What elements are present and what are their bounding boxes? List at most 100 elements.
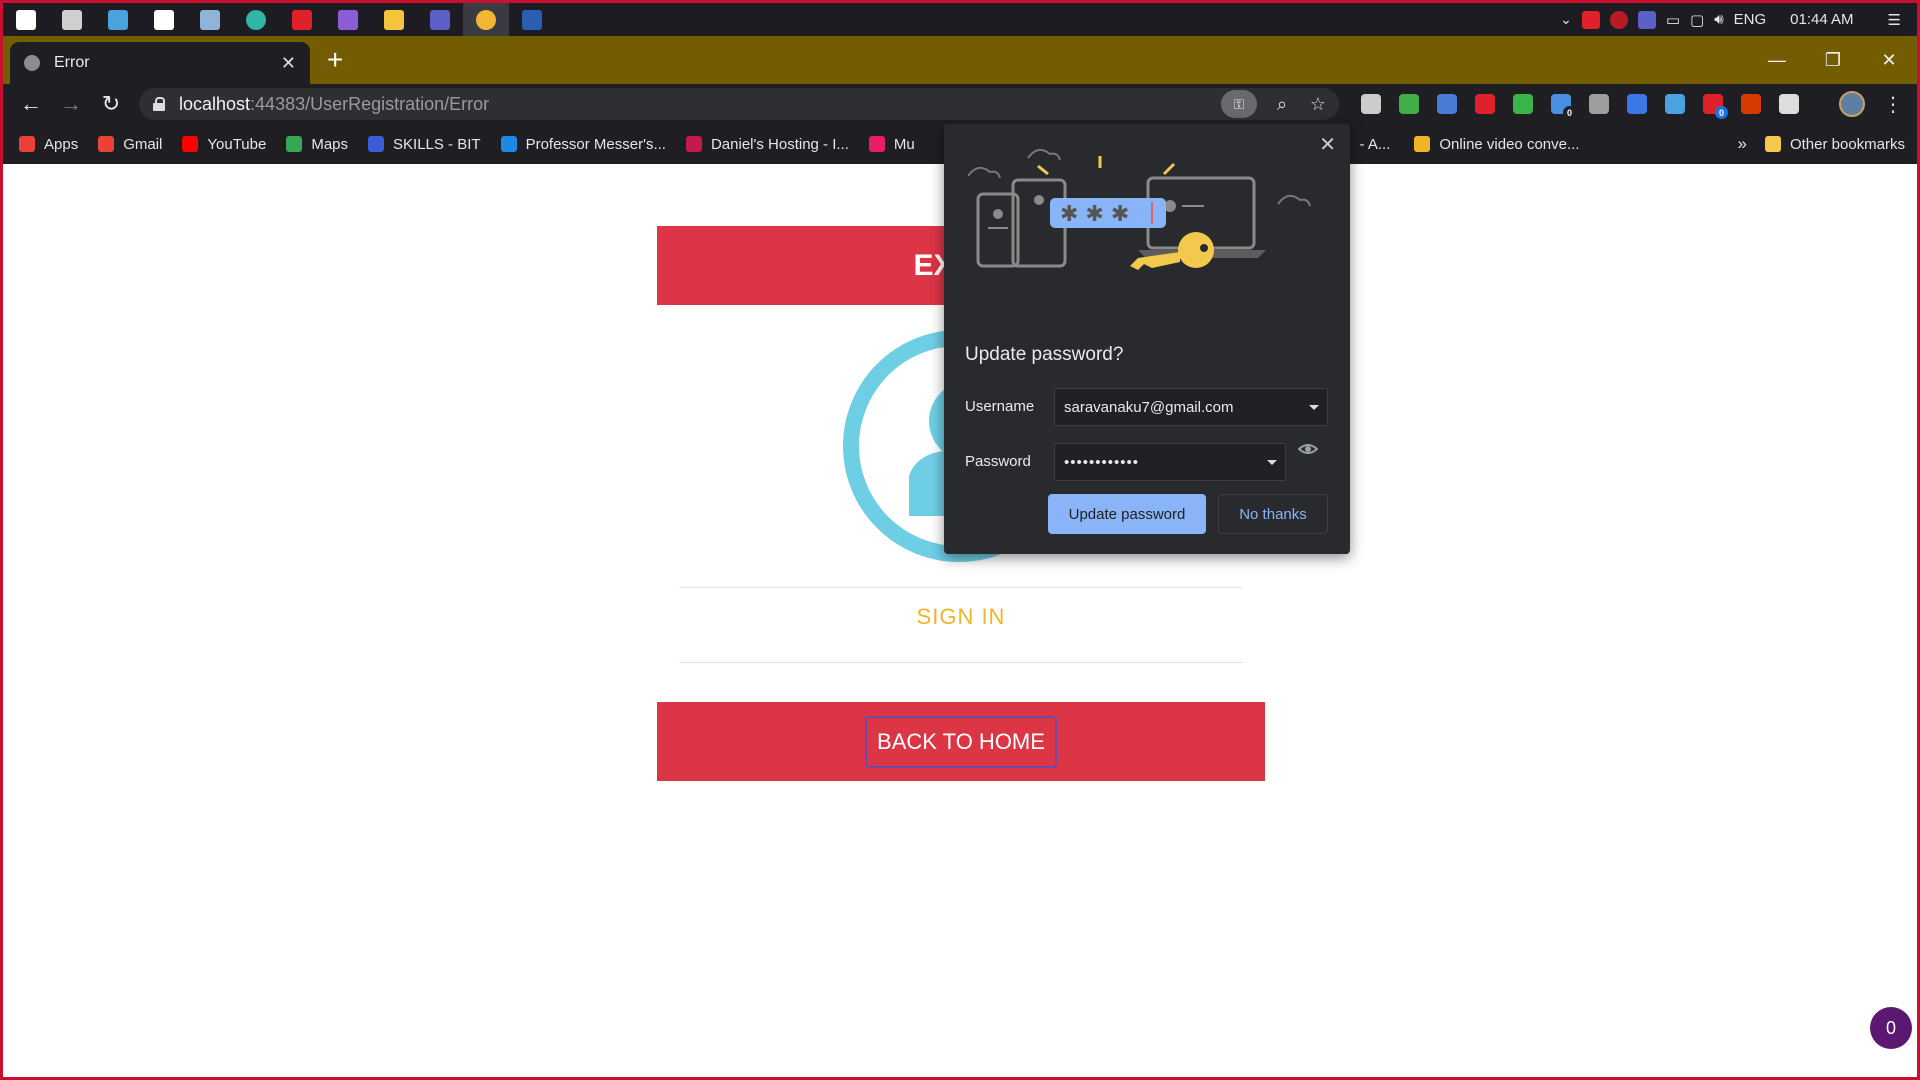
taskbar-app[interactable] xyxy=(95,3,141,36)
taskbar-app[interactable] xyxy=(49,3,95,36)
svg-text:✱ ✱ ✱: ✱ ✱ ✱ xyxy=(1060,202,1129,227)
puzzle-extension-icon[interactable] xyxy=(1779,94,1799,114)
shield-extension-icon[interactable]: 0 xyxy=(1703,94,1728,119)
back-button[interactable]: ← xyxy=(11,84,51,124)
drive-extension-icon[interactable] xyxy=(1589,94,1609,114)
teams-tray-icon[interactable] xyxy=(1637,10,1656,29)
edge-icon xyxy=(246,9,266,30)
bookmark-list: Apps Gmail YouTube Maps SKILLS - BIT Professo… xyxy=(19,136,935,153)
clock[interactable]: 01:44 AM xyxy=(1790,11,1853,28)
close-tab-icon[interactable]: ✕ xyxy=(281,53,296,74)
globe-extension-icon[interactable] xyxy=(1399,94,1419,114)
skills-icon xyxy=(368,136,385,152)
taskbar-app[interactable] xyxy=(371,3,417,36)
update-password-button[interactable]: Update password xyxy=(1048,494,1206,534)
bookmark-item[interactable]: Gmail xyxy=(98,136,162,153)
wave-extension-icon[interactable] xyxy=(1665,94,1685,114)
sign-in-link[interactable]: SIGN IN xyxy=(679,604,1243,630)
taskbar-app[interactable] xyxy=(463,3,509,36)
bookmark-label: SKILLS - BIT xyxy=(393,135,481,153)
red-app-icon xyxy=(292,9,312,30)
close-window-button[interactable]: ✕ xyxy=(1861,36,1917,84)
taskbar-app[interactable] xyxy=(279,3,325,36)
task-view-icon xyxy=(62,9,82,30)
bookmarks-overflow-button[interactable]: » xyxy=(1737,134,1746,154)
cloud-extension-icon[interactable] xyxy=(1361,94,1381,114)
bookmark-item[interactable]: Apps xyxy=(19,136,78,153)
tab-error[interactable]: Error ✕ xyxy=(10,42,310,84)
bookmark-item[interactable]: SKILLS - BIT xyxy=(368,136,481,153)
globe-icon xyxy=(24,55,40,71)
bookmark-label: Maps xyxy=(311,135,349,153)
other-bookmarks[interactable]: Other bookmarks xyxy=(1764,136,1905,153)
chat-count-button[interactable]: 0 xyxy=(1870,1007,1912,1049)
restore-button[interactable]: ❐ xyxy=(1805,36,1861,84)
bookmark-item[interactable]: Daniel's Hosting - I... xyxy=(685,136,849,153)
youtube-extension-icon[interactable] xyxy=(1475,94,1495,114)
visual-studio-icon xyxy=(338,9,358,30)
password-select[interactable]: •••••••••••• xyxy=(1054,443,1286,481)
extensions-row: 00 xyxy=(1361,84,1799,124)
taskbar-app[interactable] xyxy=(141,3,187,36)
pin-extension-icon[interactable] xyxy=(1437,94,1457,114)
chrome-icon xyxy=(476,9,496,30)
bookmarks-right: - A... Online video conve... » Other boo… xyxy=(1360,124,1905,164)
notifications-icon[interactable]: ☰ xyxy=(1888,11,1901,29)
ghost-extension-icon[interactable]: 0 xyxy=(1551,94,1576,119)
youtube-icon xyxy=(182,136,199,152)
username-select[interactable]: saravanaku7@gmail.com xyxy=(1054,388,1328,426)
password-value: •••••••••••• xyxy=(1064,453,1140,471)
update-password-dialog: ✕ ✱ ✱ ✱ Update password? Username sarava… xyxy=(944,124,1350,554)
green-extension-icon[interactable] xyxy=(1513,94,1533,114)
star-icon[interactable]: ☆ xyxy=(1307,94,1329,115)
new-tab-button[interactable]: + xyxy=(327,44,343,76)
address-bar[interactable]: localhost:44383/UserRegistration/Error ⚿… xyxy=(139,88,1339,120)
password-illustration: ✱ ✱ ✱ xyxy=(968,148,1311,270)
office-extension-icon[interactable] xyxy=(1741,94,1761,114)
bookmark-hidden[interactable]: - A... xyxy=(1360,136,1391,153)
bookmark-label: Online video conve... xyxy=(1439,135,1580,153)
network-icon[interactable]: ▢ xyxy=(1690,11,1704,29)
profile-avatar[interactable] xyxy=(1839,91,1865,117)
chevron-up-icon[interactable]: ⌄ xyxy=(1560,11,1572,28)
omnibox-actions: ⚿ ⌕ ☆ xyxy=(1221,88,1329,120)
extension-badge: 0 xyxy=(1563,106,1576,119)
back-to-home-button[interactable]: BACK TO HOME xyxy=(865,716,1057,768)
taskbar-app[interactable] xyxy=(187,3,233,36)
minimize-button[interactable]: — xyxy=(1749,36,1805,84)
taskbar-app[interactable] xyxy=(3,3,49,36)
red-b-icon[interactable] xyxy=(1581,10,1600,29)
bookmark-item[interactable]: Mu xyxy=(868,136,915,153)
volume-icon[interactable]: 🔊︎ xyxy=(1714,11,1723,28)
cloud-red-icon[interactable] xyxy=(1609,10,1628,29)
language-indicator[interactable]: ENG xyxy=(1734,11,1767,28)
key-icon[interactable]: ⚿ xyxy=(1221,90,1257,118)
lock-icon[interactable] xyxy=(153,97,165,111)
taskbar-app[interactable] xyxy=(417,3,463,36)
show-password-eye-icon[interactable] xyxy=(1298,439,1318,459)
bookmark-item[interactable]: YouTube xyxy=(182,136,266,153)
username-label: Username xyxy=(965,398,1035,415)
reload-button[interactable]: ↻ xyxy=(91,84,131,124)
translate-extension-icon[interactable] xyxy=(1627,94,1647,114)
no-thanks-button[interactable]: No thanks xyxy=(1218,494,1328,534)
notion-icon xyxy=(154,9,174,30)
windows-taskbar: ⌄ ▭ ▢ 🔊︎ ENG 01:44 AM ☰ xyxy=(3,3,1917,36)
bookmark-label: Apps xyxy=(44,135,79,153)
password-label: Password xyxy=(965,453,1031,470)
screen-frame: ⌄ ▭ ▢ 🔊︎ ENG 01:44 AM ☰ Error ✕ + — ❐ ✕ … xyxy=(3,3,1917,1077)
taskbar-app[interactable] xyxy=(509,3,555,36)
bookmark-item[interactable]: Professor Messer's... xyxy=(500,135,666,153)
file-explorer-icon xyxy=(384,9,404,30)
menu-icon[interactable]: ⋮ xyxy=(1883,92,1903,117)
taskbar-app[interactable] xyxy=(325,3,371,36)
battery-icon[interactable]: ▭ xyxy=(1666,11,1680,29)
windows-start-icon xyxy=(16,9,36,30)
forward-button[interactable]: → xyxy=(51,84,91,124)
extension-badge: 0 xyxy=(1715,106,1728,119)
taskbar-app[interactable] xyxy=(233,3,279,36)
bookmark-online-video[interactable]: Online video conve... xyxy=(1414,136,1579,153)
bookmark-item[interactable]: Maps xyxy=(286,136,348,153)
bookmark-label: Professor Messer's... xyxy=(525,135,666,153)
zoom-icon[interactable]: ⌕ xyxy=(1271,94,1293,115)
